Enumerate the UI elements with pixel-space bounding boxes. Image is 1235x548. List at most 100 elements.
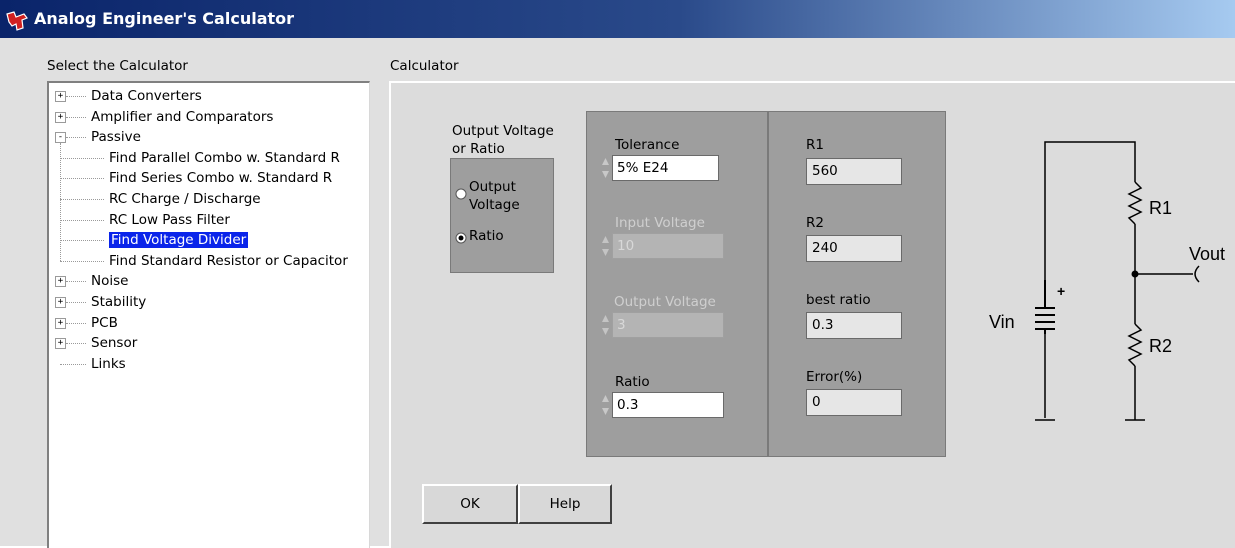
help-button[interactable]: Help [518, 484, 612, 524]
tree-expander-icon[interactable]: + [55, 297, 66, 308]
tree-connector [60, 260, 104, 262]
tree-connector [66, 343, 86, 345]
tree-connector [66, 96, 86, 97]
tree-item-label: Passive [91, 129, 141, 146]
r1-output: 560 [806, 158, 902, 185]
tree-connector [66, 116, 86, 118]
mode-radio-group: Output Voltage Ratio [450, 158, 554, 273]
ratio-label: Ratio [615, 374, 650, 390]
input-voltage-label: Input Voltage [615, 215, 705, 231]
tree-category-item[interactable]: Sensor [91, 333, 137, 353]
output-voltage-label: Output Voltage [614, 294, 716, 310]
tree-calculator-item[interactable]: RC Low Pass Filter [109, 210, 230, 230]
ratio-spinner[interactable] [601, 392, 610, 418]
tree-connector [60, 219, 104, 221]
r1-resistor [1127, 181, 1143, 225]
tree-item-label: Noise [91, 273, 129, 290]
tree-connector [66, 322, 86, 324]
tree-category-item[interactable]: Passive [91, 127, 141, 147]
select-calculator-label: Select the Calculator [47, 58, 188, 74]
best-ratio-output: 0.3 [806, 312, 902, 339]
mode-label-line1: Output Voltage [452, 123, 554, 139]
tree-category-item[interactable]: Stability [91, 292, 146, 312]
error-output: 0 [806, 389, 902, 416]
tree-expander-icon[interactable]: + [55, 317, 66, 329]
tree-connector [60, 157, 104, 159]
tree-item-label: Amplifier and Comparators [91, 108, 274, 125]
tree-item-label: Find Series Combo w. Standard R [109, 170, 333, 187]
calculator-label: Calculator [390, 58, 459, 74]
radio-output-voltage[interactable] [455, 188, 467, 200]
tree-expander-icon[interactable]: - [55, 132, 66, 144]
tree-item-label: RC Charge / Discharge [109, 191, 261, 207]
tree-connector [60, 363, 86, 365]
tree-calculator-item[interactable]: Find Series Combo w. Standard R [109, 168, 332, 188]
tree-calculator-item[interactable]: Find Parallel Combo w. Standard R [109, 148, 340, 168]
vin-battery-icon [1035, 280, 1055, 334]
r2-resistor [1127, 323, 1143, 367]
tolerance-spinner[interactable] [601, 155, 610, 181]
ok-button[interactable]: OK [422, 484, 518, 524]
tree-category-item[interactable]: Amplifier and Comparators [91, 107, 273, 127]
ratio-input[interactable]: 0.3 [612, 392, 724, 418]
voltage-divider-schematic: R1 R2 Vout Vin + [989, 141, 1225, 421]
tree-item-label: RC Low Pass Filter [109, 211, 230, 228]
error-label: Error(%) [806, 369, 863, 385]
tree-item-label: Data Converters [91, 88, 202, 104]
radio-ratio[interactable] [455, 232, 467, 244]
mode-label: Output Voltage or Ratio [452, 122, 554, 158]
radio-output-voltage-label[interactable]: Output Voltage [469, 178, 520, 214]
schematic-plus-label: + [1057, 283, 1065, 299]
r2-output: 240 [806, 235, 902, 262]
radio-output-label-line2: Voltage [469, 197, 520, 213]
tree-item-label: Sensor [91, 335, 138, 352]
best-ratio-label: best ratio [806, 292, 871, 308]
tolerance-input[interactable]: 5% E24 [612, 155, 719, 181]
tree-item-label: Stability [91, 294, 147, 310]
tree-connector [60, 199, 104, 200]
tree-item-label: Find Voltage Divider [109, 232, 249, 249]
output-voltage-spinner[interactable] [601, 312, 610, 338]
ti-logo-icon [6, 11, 28, 31]
tree-item-label: Find Parallel Combo w. Standard R [109, 149, 340, 166]
schematic-wires [1035, 141, 1200, 421]
tree-expander-icon[interactable]: + [55, 276, 66, 288]
tree-category-item[interactable]: Noise [91, 271, 128, 291]
input-voltage-input[interactable]: 10 [612, 233, 724, 259]
r2-label: R2 [806, 215, 824, 231]
tree-connector [66, 137, 86, 139]
radio-output-label-line1: Output [469, 179, 516, 195]
schematic-vout-label: Vout [1189, 244, 1225, 264]
calculator-tree[interactable]: + Data Converters + Amplifier and Comparato… [47, 81, 370, 548]
schematic-r2-label: R2 [1149, 336, 1172, 356]
tree-connector [60, 240, 104, 242]
inputs-panel: Tolerance 5% E24 Input Voltage 10 Output… [586, 111, 768, 457]
window-title: Analog Engineer's Calculator [34, 9, 295, 28]
tree-calculator-item[interactable]: Find Voltage Divider [109, 230, 249, 250]
tree-item-label: Links [91, 355, 126, 372]
tree-category-item[interactable]: PCB [91, 313, 118, 333]
tree-expander-icon[interactable]: + [55, 338, 66, 350]
tree-calculator-item[interactable]: Find Standard Resistor or Capacitor [109, 251, 348, 271]
tree-connector [60, 178, 104, 180]
tree-connector [66, 302, 86, 303]
schematic-vin-label: Vin [989, 312, 1015, 332]
tree-category-item[interactable]: Links [91, 354, 126, 374]
tolerance-label: Tolerance [615, 137, 680, 153]
tree-expander-icon[interactable]: + [55, 111, 66, 123]
calculator-panel: Output Voltage or Ratio Output Voltage R… [389, 81, 1235, 548]
tree-item-label: PCB [91, 314, 118, 331]
schematic-r1-label: R1 [1149, 198, 1172, 218]
mode-label-line2: or Ratio [452, 141, 505, 157]
tree-connector [60, 143, 61, 261]
radio-ratio-label[interactable]: Ratio [469, 228, 504, 244]
r1-label: R1 [806, 137, 824, 153]
outputs-panel: R1 560 R2 240 best ratio 0.3 Error(%) 0 [768, 111, 946, 457]
output-voltage-input[interactable]: 3 [612, 312, 724, 338]
tree-calculator-item[interactable]: RC Charge / Discharge [109, 189, 261, 209]
tree-category-item[interactable]: Data Converters [91, 86, 202, 106]
tree-expander-icon[interactable]: + [55, 91, 66, 102]
tree-item-label: Find Standard Resistor or Capacitor [109, 252, 348, 269]
junction-node [1131, 270, 1139, 278]
input-voltage-spinner[interactable] [601, 233, 610, 259]
